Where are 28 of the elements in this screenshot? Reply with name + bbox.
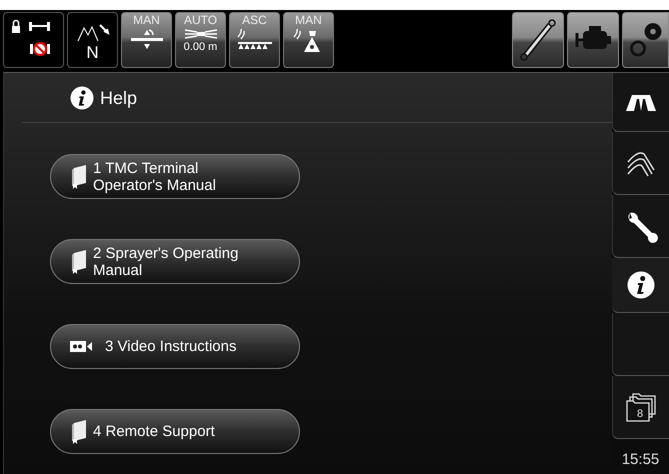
clock-time: 15:55: [620, 450, 660, 468]
manual-button[interactable]: 3 Video Instructions: [50, 324, 300, 369]
wrench-tab[interactable]: [612, 195, 669, 258]
boom-icon: [182, 27, 218, 41]
manual-button[interactable]: 4 Remote Support: [50, 409, 300, 454]
settings-button[interactable]: [622, 12, 669, 68]
boom-tab[interactable]: [612, 73, 669, 132]
book-icon: [69, 248, 89, 274]
terrain-icon: [76, 23, 110, 43]
engine-button[interactable]: [567, 12, 619, 68]
video-camera-icon: [69, 338, 93, 355]
cylinder-button[interactable]: [512, 12, 564, 68]
book-icon: [69, 418, 89, 444]
folders-icon: [625, 392, 657, 422]
page-title: Help: [100, 88, 138, 108]
boom-height-icon: [128, 27, 164, 51]
lock-tile[interactable]: [3, 12, 64, 68]
help-tab[interactable]: [612, 258, 669, 313]
ground-sensor-icon: [234, 27, 274, 51]
folder-count: 8: [637, 408, 644, 420]
info-icon: [626, 271, 654, 299]
book-icon: [69, 164, 89, 190]
manual-button[interactable]: 1 TMC Terminal Operator's Manual: [50, 154, 300, 199]
folder-tab[interactable]: 8: [612, 376, 669, 439]
manual-button[interactable]: 2 Sprayer's Operating Manual: [50, 239, 300, 284]
auto-mode-tile[interactable]: AUTO 0.00 m: [175, 12, 226, 68]
info-icon: [70, 86, 94, 110]
heading-label: N: [86, 43, 99, 63]
